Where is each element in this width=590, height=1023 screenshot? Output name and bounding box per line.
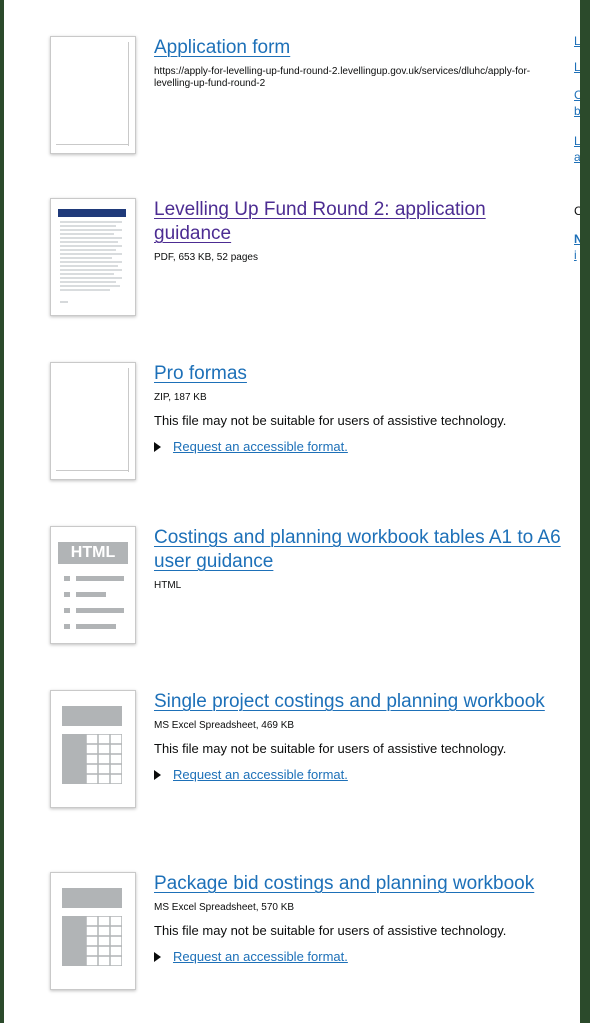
attachment-details: Single project costings and planning wor… [154, 690, 564, 782]
triangle-right-icon [154, 441, 161, 452]
attachment-title-link[interactable]: Levelling Up Fund Round 2: application g… [154, 198, 564, 246]
accessibility-warning: This file may not be suitable for users … [154, 413, 507, 428]
request-accessible-format-link[interactable]: Request an accessible format. [173, 439, 348, 454]
html-badge: HTML [58, 542, 128, 564]
attachment-file-info: ZIP, 187 KB [154, 392, 207, 403]
request-accessible-format-toggle[interactable]: Request an accessible format. [154, 438, 564, 454]
background-strip [580, 0, 590, 1023]
attachment-file-info: MS Excel Spreadsheet, 469 KB [154, 720, 295, 731]
pdf-thumbnail[interactable] [50, 198, 136, 316]
request-accessible-format-link[interactable]: Request an accessible format. [173, 767, 348, 782]
attachment-title-link[interactable]: Pro formas [154, 362, 564, 386]
attachment-url: https://apply-for-levelling-up-fund-roun… [154, 66, 531, 89]
spreadsheet-grid-icon [62, 734, 122, 784]
attachment-file-info: HTML [154, 580, 182, 591]
sidebar-link-fragment[interactable]: i [574, 248, 577, 262]
attachment-title-link[interactable]: Package bid costings and planning workbo… [154, 872, 564, 896]
attachment-title-link[interactable]: Single project costings and planning wor… [154, 690, 564, 714]
accessibility-warning: This file may not be suitable for users … [154, 923, 507, 938]
spreadsheet-thumbnail[interactable] [50, 690, 136, 808]
spreadsheet-thumbnail[interactable] [50, 872, 136, 990]
attachment-details: Application form https://apply-for-level… [154, 36, 564, 90]
request-accessible-format-link[interactable]: Request an accessible format. [173, 949, 348, 964]
request-accessible-format-toggle[interactable]: Request an accessible format. [154, 766, 564, 782]
attachment-thumbnail[interactable] [50, 362, 136, 480]
attachment-details: Package bid costings and planning workbo… [154, 872, 564, 964]
request-accessible-format-toggle[interactable]: Request an accessible format. [154, 948, 564, 964]
attachment-details: Pro formas ZIP, 187 KB This file may not… [154, 362, 564, 454]
attachments-page: Application form https://apply-for-level… [4, 0, 578, 1023]
attachment-file-info: PDF, 653 KB, 52 pages [154, 252, 258, 263]
triangle-right-icon [154, 951, 161, 962]
attachment-details: Levelling Up Fund Round 2: application g… [154, 198, 564, 264]
spreadsheet-grid-icon [62, 916, 122, 966]
pdf-page-icon [58, 209, 126, 303]
html-thumbnail[interactable]: HTML [50, 526, 136, 644]
attachment-title-link[interactable]: Costings and planning workbook tables A1… [154, 526, 564, 574]
attachment-thumbnail[interactable] [50, 36, 136, 154]
attachment-details: Costings and planning workbook tables A1… [154, 526, 564, 592]
accessibility-warning: This file may not be suitable for users … [154, 741, 507, 756]
triangle-right-icon [154, 769, 161, 780]
attachment-title-link[interactable]: Application form [154, 36, 564, 60]
attachment-file-info: MS Excel Spreadsheet, 570 KB [154, 902, 295, 913]
